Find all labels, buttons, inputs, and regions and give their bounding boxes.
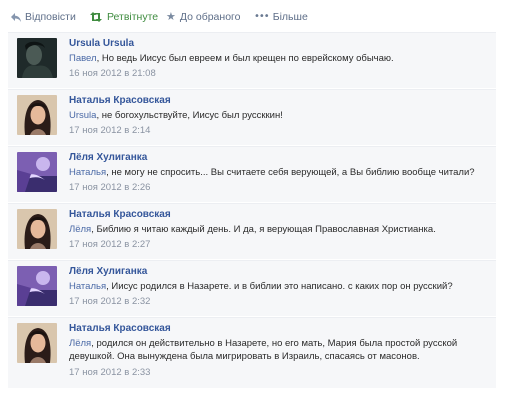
woman-headscarf-image: [17, 209, 57, 249]
avatar[interactable]: [17, 152, 57, 192]
avatar[interactable]: [17, 323, 57, 363]
reply-button[interactable]: Відповісти: [11, 10, 76, 24]
comment-body: , не могу не спросить... Вы считаете себ…: [106, 167, 475, 178]
retweet-icon: [90, 12, 102, 23]
woman-headscarf-image: [17, 323, 57, 363]
purple-fantasy-image: [17, 266, 57, 306]
reply-label: Відповісти: [25, 11, 76, 23]
comment-date[interactable]: 17 ноя 2012 в 2:26: [69, 182, 150, 193]
favorite-label: До обраного: [179, 11, 241, 23]
purple-fantasy-image: [17, 152, 57, 192]
comment-text: Наталья, не могу не спросить... Вы счита…: [69, 166, 491, 179]
comment-author[interactable]: Наталья Красовская: [69, 209, 171, 220]
comment-author[interactable]: Лёля Хулиганка: [69, 152, 147, 163]
star-icon: ★: [166, 10, 176, 24]
retweet-button[interactable]: Ретвітнуте: [89, 10, 158, 24]
comment-body: , Библию я читаю каждый день. И да, я ве…: [91, 224, 436, 235]
comment-item: Лёля Хулиганка Наталья, Иисус родился в …: [8, 260, 496, 316]
comment-body: , Иисус родился в Назарете. и в библии э…: [106, 281, 453, 292]
comment-addressee[interactable]: Ursula: [69, 110, 96, 121]
retweet-label: Ретвітнуте: [107, 11, 159, 23]
comment-date[interactable]: 17 ноя 2012 в 2:27: [69, 239, 150, 250]
avatar[interactable]: [17, 95, 57, 135]
comment-addressee[interactable]: Павел: [69, 53, 97, 64]
comment-date[interactable]: 16 ноя 2012 в 21:08: [69, 68, 156, 79]
more-label: Більше: [272, 11, 308, 23]
comment-text: Павел, Но ведь Иисус был евреем и был кр…: [69, 52, 491, 65]
comment-addressee[interactable]: Лёля: [69, 224, 91, 235]
avatar[interactable]: [17, 266, 57, 306]
tweet-action-bar: Відповісти Ретвітнуте ★ До обраного ••• Бі…: [0, 0, 520, 30]
comment-item: Наталья Красовская Лёля, родился он дейс…: [8, 317, 496, 388]
woman-headscarf-image: [17, 95, 57, 135]
avatar[interactable]: [17, 38, 57, 78]
comment-addressee[interactable]: Наталья: [69, 167, 106, 178]
comment-item: Наталья Красовская Ursula, не богохульст…: [8, 89, 496, 145]
comment-body: , родился он действительно в Назарете, н…: [69, 338, 458, 362]
comment-text: Лёля, Библию я читаю каждый день. И да, …: [69, 223, 491, 236]
comment-date[interactable]: 17 ноя 2012 в 2:14: [69, 125, 150, 136]
comment-text: Ursula, не богохульствуйте, Иисус был ру…: [69, 109, 491, 122]
reply-icon: [11, 12, 21, 22]
comment-addressee[interactable]: Лёля: [69, 338, 91, 349]
comment-item: Наталья Красовская Лёля, Библию я читаю …: [8, 203, 496, 259]
more-button[interactable]: ••• Більше: [254, 10, 308, 24]
comment-text: Лёля, родился он действительно в Назарет…: [69, 337, 491, 363]
comment-addressee[interactable]: Наталья: [69, 281, 106, 292]
comment-body: , Но ведь Иисус был евреем и был крещен …: [96, 53, 394, 64]
comment-text: Наталья, Иисус родился в Назарете. и в б…: [69, 280, 491, 293]
comment-author[interactable]: Лёля Хулиганка: [69, 266, 147, 277]
comment-item: Лёля Хулиганка Наталья, не могу не спрос…: [8, 146, 496, 202]
comment-author[interactable]: Ursula Ursula: [69, 38, 134, 49]
comment-author[interactable]: Наталья Красовская: [69, 95, 171, 106]
dark-portrait-image: [17, 38, 57, 78]
comment-date[interactable]: 17 ноя 2012 в 2:33: [69, 367, 150, 378]
more-dots-icon: •••: [254, 11, 270, 23]
comment-item: Ursula Ursula Павел, Но ведь Иисус был е…: [8, 32, 496, 88]
avatar[interactable]: [17, 209, 57, 249]
favorite-button[interactable]: ★ До обраного: [166, 10, 240, 24]
comment-body: , не богохульствуйте, Иисус был руссккин…: [96, 110, 283, 121]
comment-date[interactable]: 17 ноя 2012 в 2:32: [69, 296, 150, 307]
comment-author[interactable]: Наталья Красовская: [69, 323, 171, 334]
